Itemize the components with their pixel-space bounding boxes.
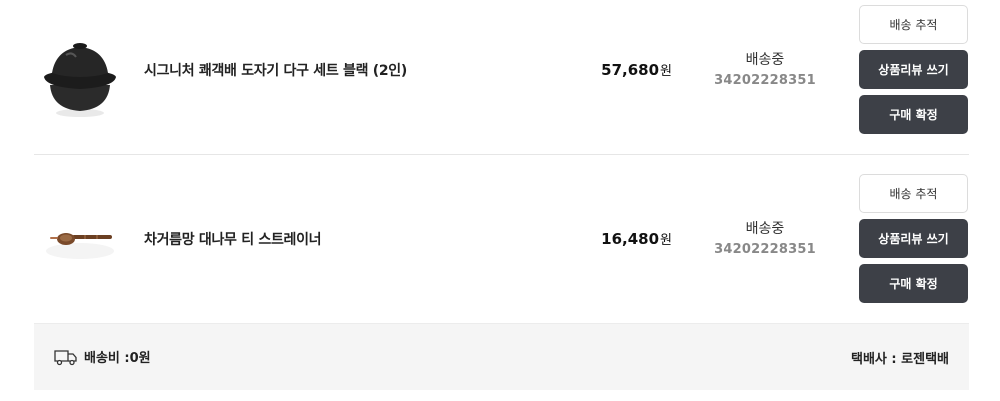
product-price: 57,680원 (600, 60, 672, 79)
shipping-fee-text: 배송비 :0원 (84, 351, 151, 366)
product-name[interactable]: 차거름망 대나무 티 스트레이너 (144, 229, 322, 249)
courier-name: 택배사 : 로젠택배 (851, 352, 949, 367)
shipping-fee: 배송비 :0원 (54, 347, 151, 366)
delivery-status: 배송중 34202228351 (704, 218, 826, 257)
product-price: 16,480원 (600, 229, 672, 248)
shipping-summary: 배송비 :0원 택배사 : 로젠택배 (34, 323, 969, 390)
order-item: 차거름망 대나무 티 스트레이너 16,480원 배송중 34202228351… (34, 169, 969, 323)
order-item: 시그니처 쾌객배 도자기 다구 세트 블랙 (2인) 57,680원 배송중 3… (34, 0, 969, 155)
price-amount: 16,480 (601, 230, 660, 248)
tracking-number: 34202228351 (714, 73, 816, 88)
price-unit: 원 (660, 64, 672, 79)
tracking-number: 34202228351 (714, 242, 816, 257)
track-delivery-button[interactable]: 배송 추적 (859, 5, 968, 44)
write-review-button[interactable]: 상품리뷰 쓰기 (859, 219, 968, 258)
truck-icon (54, 349, 77, 365)
confirm-purchase-button[interactable]: 구매 확정 (859, 95, 968, 134)
status-label: 배송중 (745, 221, 785, 237)
write-review-button[interactable]: 상품리뷰 쓰기 (859, 50, 968, 89)
delivery-status: 배송중 34202228351 (704, 49, 826, 88)
confirm-purchase-button[interactable]: 구매 확정 (859, 264, 968, 303)
track-delivery-button[interactable]: 배송 추적 (859, 174, 968, 213)
price-amount: 57,680 (601, 61, 660, 79)
product-name[interactable]: 시그니처 쾌객배 도자기 다구 세트 블랙 (2인) (144, 60, 407, 80)
product-thumbnail-teaset[interactable] (36, 33, 124, 121)
product-thumbnail-strainer[interactable] (36, 195, 124, 283)
price-unit: 원 (660, 233, 672, 248)
status-label: 배송중 (745, 52, 785, 68)
